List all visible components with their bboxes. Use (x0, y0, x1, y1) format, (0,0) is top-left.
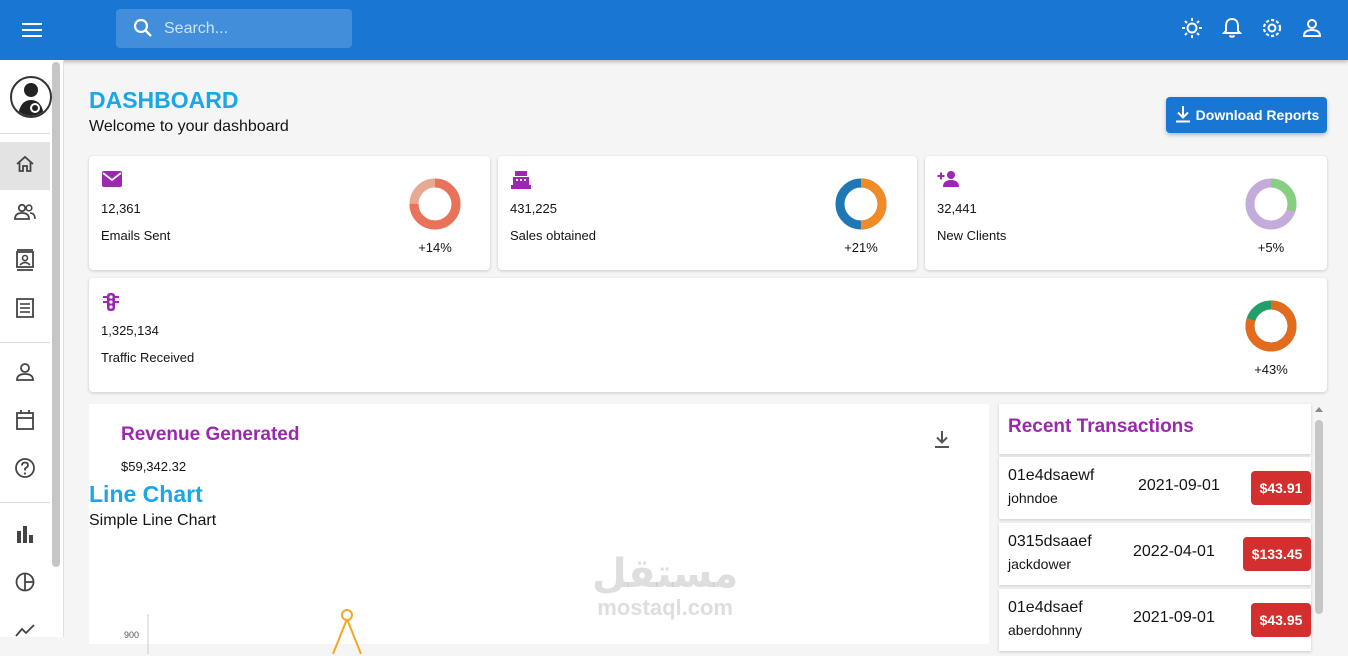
revenue-card: Revenue Generated $59,342.32 Line Chart … (89, 404, 989, 654)
stat-card: 32,441 New Clients +5% (925, 156, 1327, 270)
transaction-id: 01e4dsaewf (1008, 467, 1095, 484)
progress-circle (1245, 300, 1297, 352)
transactions-scrollbar[interactable] (1315, 420, 1323, 614)
bar-chart-icon (16, 525, 34, 548)
contacts-icon (15, 248, 35, 276)
watermark-latin: mostaql.com (597, 595, 733, 620)
stat-card: 431,225 Sales obtained +21% (498, 156, 917, 270)
search-icon[interactable] (133, 18, 153, 43)
revenue-value: $59,342.32 (121, 459, 187, 474)
sidebar-item-bar-chart[interactable] (0, 512, 50, 560)
sidebar-item-faq[interactable] (0, 446, 50, 494)
top-actions (1180, 16, 1324, 40)
recent-transactions-panel: Recent Transactions 01e4dsaewf johndoe 2… (990, 404, 1328, 651)
sidebar-item-calendar[interactable] (0, 398, 50, 446)
scroll-up-arrow-icon[interactable] (1315, 407, 1323, 412)
sidebar (0, 60, 64, 637)
traffic-icon (101, 292, 121, 317)
sidebar-scrollbar[interactable] (52, 62, 60, 567)
watermark: مستقل mostaql.com (592, 552, 738, 620)
point-of-sale-icon (510, 170, 532, 195)
stat-increase: +5% (1257, 240, 1285, 255)
transaction-cost: $43.91 (1251, 471, 1311, 505)
transactions-title: Recent Transactions (1008, 416, 1194, 437)
line-chart-icon (15, 623, 35, 642)
stat-value: 12,361 (101, 201, 141, 216)
download-reports-label: Download Reports (1195, 107, 1320, 123)
stat-label: Sales obtained (510, 228, 597, 243)
stat-value: 1,325,134 (101, 323, 159, 338)
sidebar-item-contacts[interactable] (0, 238, 50, 286)
transaction-id: 0315dsaaef (1008, 533, 1092, 550)
stat-label: Emails Sent (101, 228, 171, 243)
progress-circle (1245, 178, 1297, 230)
top-app-bar (0, 0, 1348, 60)
transaction-user: jackdower (1008, 556, 1072, 572)
transaction-row[interactable]: 01e4dsaef aberdohnny 2021-09-01 $43.95 (999, 589, 1311, 651)
email-icon (101, 170, 123, 193)
sidebar-item-dashboard[interactable] (0, 142, 50, 190)
transaction-row[interactable]: 01e4dsaewf johndoe 2021-09-01 $43.91 (999, 457, 1311, 519)
sidebar-item-profile[interactable] (0, 350, 50, 398)
profile-icon (16, 362, 34, 387)
stat-card: 12,361 Emails Sent +14% (89, 156, 490, 270)
transaction-date: 2021-09-01 (1133, 609, 1215, 626)
search-input[interactable] (164, 9, 344, 48)
invoices-icon (15, 297, 35, 324)
team-icon (14, 203, 36, 226)
download-icon[interactable] (933, 430, 951, 455)
transaction-row[interactable]: 0315dsaaef jackdower 2022-04-01 $133.45 (999, 523, 1311, 585)
transaction-cost: $133.45 (1243, 537, 1311, 571)
notifications-icon[interactable] (1220, 16, 1244, 40)
stat-increase: +14% (418, 240, 452, 255)
settings-icon[interactable] (1260, 16, 1284, 40)
download-reports-button[interactable]: Download Reports (1166, 97, 1327, 133)
sidebar-item-pie-chart[interactable] (0, 560, 50, 608)
revenue-title: Revenue Generated (121, 424, 300, 445)
pie-chart-icon (15, 572, 35, 597)
person-add-icon (937, 170, 961, 193)
transaction-cost: $43.95 (1251, 603, 1311, 637)
line-chart-subtitle: Simple Line Chart (89, 512, 217, 529)
page-subtitle: Welcome to your dashboard (89, 118, 289, 135)
stat-increase: +43% (1254, 362, 1288, 377)
person-icon[interactable] (1300, 16, 1324, 40)
stat-value: 431,225 (510, 201, 557, 216)
search-bar (116, 9, 352, 48)
faq-icon (14, 457, 36, 484)
sidebar-divider (0, 502, 50, 503)
transaction-user: aberdohnny (1008, 622, 1082, 638)
stat-value: 32,441 (937, 201, 977, 216)
line-chart: 900 (124, 609, 362, 654)
transaction-date: 2022-04-01 (1133, 543, 1215, 560)
page-title: DASHBOARD (89, 87, 239, 113)
stat-label: Traffic Received (101, 350, 195, 365)
stat-label: New Clients (937, 228, 1007, 243)
menu-icon[interactable] (18, 16, 46, 44)
stat-increase: +21% (844, 240, 878, 255)
home-icon (15, 154, 35, 179)
stat-card: 1,325,134 Traffic Received +43% (89, 278, 1327, 392)
avatar[interactable] (10, 76, 52, 118)
transaction-id: 01e4dsaef (1008, 599, 1083, 616)
sidebar-item-invoices[interactable] (0, 286, 50, 334)
transaction-user: johndoe (1008, 490, 1058, 506)
sidebar-divider (0, 342, 50, 343)
watermark-arabic: مستقل (592, 552, 739, 596)
line-chart-title: Line Chart (89, 481, 203, 507)
sidebar-divider (0, 133, 50, 134)
calendar-icon (15, 409, 35, 436)
progress-circle (409, 178, 461, 230)
sidebar-item-line-chart[interactable] (0, 608, 50, 656)
transactions-header: Recent Transactions (999, 404, 1311, 454)
light-mode-icon[interactable] (1180, 16, 1204, 40)
data-point[interactable] (341, 609, 353, 621)
download-icon (1174, 105, 1192, 126)
y-tick-label: 900 (124, 630, 139, 640)
sidebar-item-team[interactable] (0, 190, 50, 238)
transaction-date: 2021-09-01 (1138, 477, 1220, 494)
progress-circle (835, 178, 887, 230)
